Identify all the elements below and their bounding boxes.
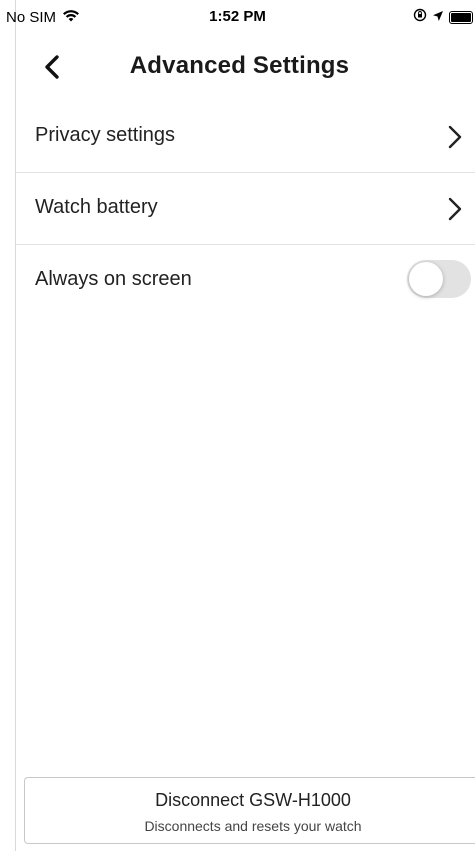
privacy-settings-label: Privacy settings [35,124,176,146]
chevron-right-icon [447,124,463,150]
disconnect-title: Disconnect GSW-H1000 [155,790,351,810]
toggle-knob [409,262,443,296]
watch-battery-row[interactable]: Watch battery [16,172,475,245]
orientation-lock-icon [413,8,427,26]
status-bar: No SIM 1:52 PM [0,0,475,34]
disconnect-subtitle: Disconnects and resets your watch [144,818,362,834]
always-on-screen-toggle[interactable] [407,260,471,298]
chevron-right-icon [447,196,463,222]
privacy-settings-row[interactable]: Privacy settings [16,100,475,173]
watch-battery-label: Watch battery [35,196,158,218]
status-time: 1:52 PM [209,8,266,25]
always-on-screen-label: Always on screen [35,268,192,290]
battery-icon [449,10,473,24]
always-on-screen-row: Always on screen [16,244,475,314]
page-title: Advanced Settings [129,52,350,79]
status-right [413,8,473,26]
location-arrow-icon [432,9,444,26]
disconnect-button[interactable]: Disconnect GSW-H1000 Disconnects and res… [24,777,475,844]
